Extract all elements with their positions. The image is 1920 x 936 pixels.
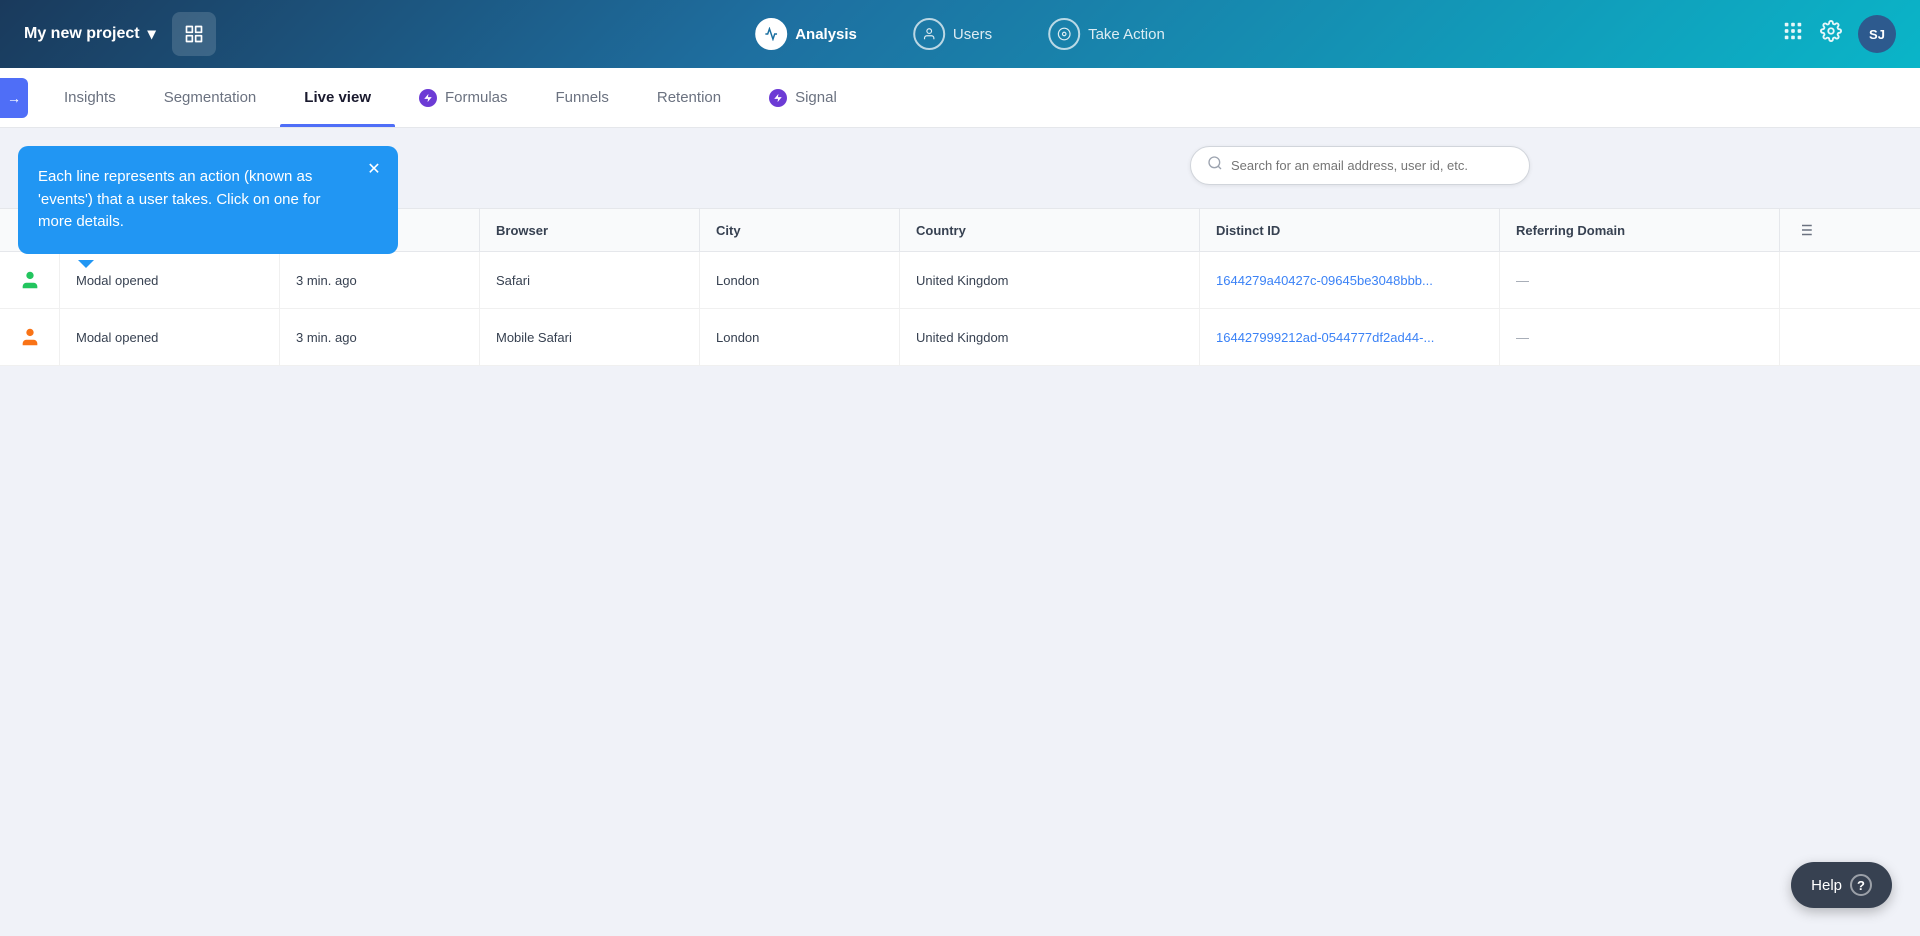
sub-navigation: → Insights Segmentation Live view Formul… — [0, 68, 1920, 128]
user-icon-orange — [16, 323, 43, 351]
row2-distinct-id[interactable]: 164427999212ad-0544777df2ad44-... — [1200, 309, 1500, 365]
analysis-icon — [755, 18, 787, 50]
user-icon-green — [16, 266, 43, 294]
row2-browser: Mobile Safari — [480, 309, 700, 365]
th-city: City — [700, 209, 900, 251]
tab-signal[interactable]: Signal — [745, 68, 861, 127]
row1-time: 3 min. ago — [280, 252, 480, 308]
th-filter[interactable] — [1780, 209, 1830, 251]
help-button[interactable]: Help ? — [1791, 862, 1892, 908]
take-action-icon — [1048, 18, 1080, 50]
avatar[interactable]: SJ — [1858, 15, 1896, 53]
search-input[interactable] — [1231, 158, 1513, 173]
row2-event: Modal opened — [60, 309, 280, 365]
tab-funnels[interactable]: Funnels — [532, 68, 633, 127]
tab-formulas[interactable]: Formulas — [395, 68, 532, 127]
tab-segmentation[interactable]: Segmentation — [140, 68, 281, 127]
row2-country: United Kingdom — [900, 309, 1200, 365]
th-browser: Browser — [480, 209, 700, 251]
top-navigation: My new project ▾ Analysis Users — [0, 0, 1920, 68]
row2-time: 3 min. ago — [280, 309, 480, 365]
row1-extra — [1780, 252, 1830, 308]
nav-item-analysis[interactable]: Analysis — [743, 12, 869, 56]
nav-item-users[interactable]: Users — [901, 12, 1004, 56]
row1-distinct-id[interactable]: 1644279a40427c-09645be3048bbb... — [1200, 252, 1500, 308]
tooltip-close-button[interactable]: ✕ — [362, 158, 386, 182]
row2-referring-domain: — — [1500, 309, 1780, 365]
row1-country: United Kingdom — [900, 252, 1200, 308]
tab-insights[interactable]: Insights — [40, 68, 140, 127]
table-row[interactable]: Modal opened 3 min. ago Safari London Un… — [0, 252, 1920, 309]
project-name: My new project — [24, 25, 140, 43]
table-row[interactable]: Modal opened 3 min. ago Mobile Safari Lo… — [0, 309, 1920, 366]
row1-referring-domain: — — [1500, 252, 1780, 308]
search-bar-container — [1190, 146, 1530, 185]
tooltip-bubble: Each line represents an action (known as… — [18, 146, 398, 254]
row2-city: London — [700, 309, 900, 365]
tab-live-view[interactable]: Live view — [280, 68, 395, 127]
row1-city: London — [700, 252, 900, 308]
signal-badge — [769, 89, 787, 107]
row1-browser: Safari — [480, 252, 700, 308]
help-label: Help — [1811, 877, 1842, 894]
nav-users-label: Users — [953, 26, 992, 43]
main-content: Each line represents an action (known as… — [0, 128, 1920, 936]
tab-retention[interactable]: Retention — [633, 68, 745, 127]
nav-right: SJ — [1782, 15, 1896, 53]
project-selector[interactable]: My new project ▾ — [24, 24, 156, 44]
nav-take-action-label: Take Action — [1088, 26, 1165, 43]
formulas-badge — [419, 89, 437, 107]
row1-icon — [0, 252, 60, 308]
analytics-icon-button[interactable] — [172, 12, 216, 56]
nav-item-take-action[interactable]: Take Action — [1036, 12, 1177, 56]
tooltip-text: Each line represents an action (known as… — [38, 168, 321, 230]
search-icon — [1207, 155, 1223, 176]
th-distinct-id: Distinct ID — [1200, 209, 1500, 251]
nav-analysis-label: Analysis — [795, 26, 857, 43]
gear-icon[interactable] — [1820, 20, 1842, 48]
chevron-down-icon: ▾ — [148, 24, 156, 44]
sidebar-toggle[interactable]: → — [0, 78, 28, 118]
nav-center: Analysis Users Take Action — [743, 12, 1177, 56]
search-bar[interactable] — [1190, 146, 1530, 185]
th-country: Country — [900, 209, 1200, 251]
row2-extra — [1780, 309, 1830, 365]
users-icon — [913, 18, 945, 50]
th-referring-domain: Referring Domain — [1500, 209, 1780, 251]
sub-nav-tabs: Insights Segmentation Live view Formulas… — [40, 68, 861, 127]
row2-icon — [0, 309, 60, 365]
help-question-icon: ? — [1850, 874, 1872, 896]
grid-icon[interactable] — [1782, 20, 1804, 48]
